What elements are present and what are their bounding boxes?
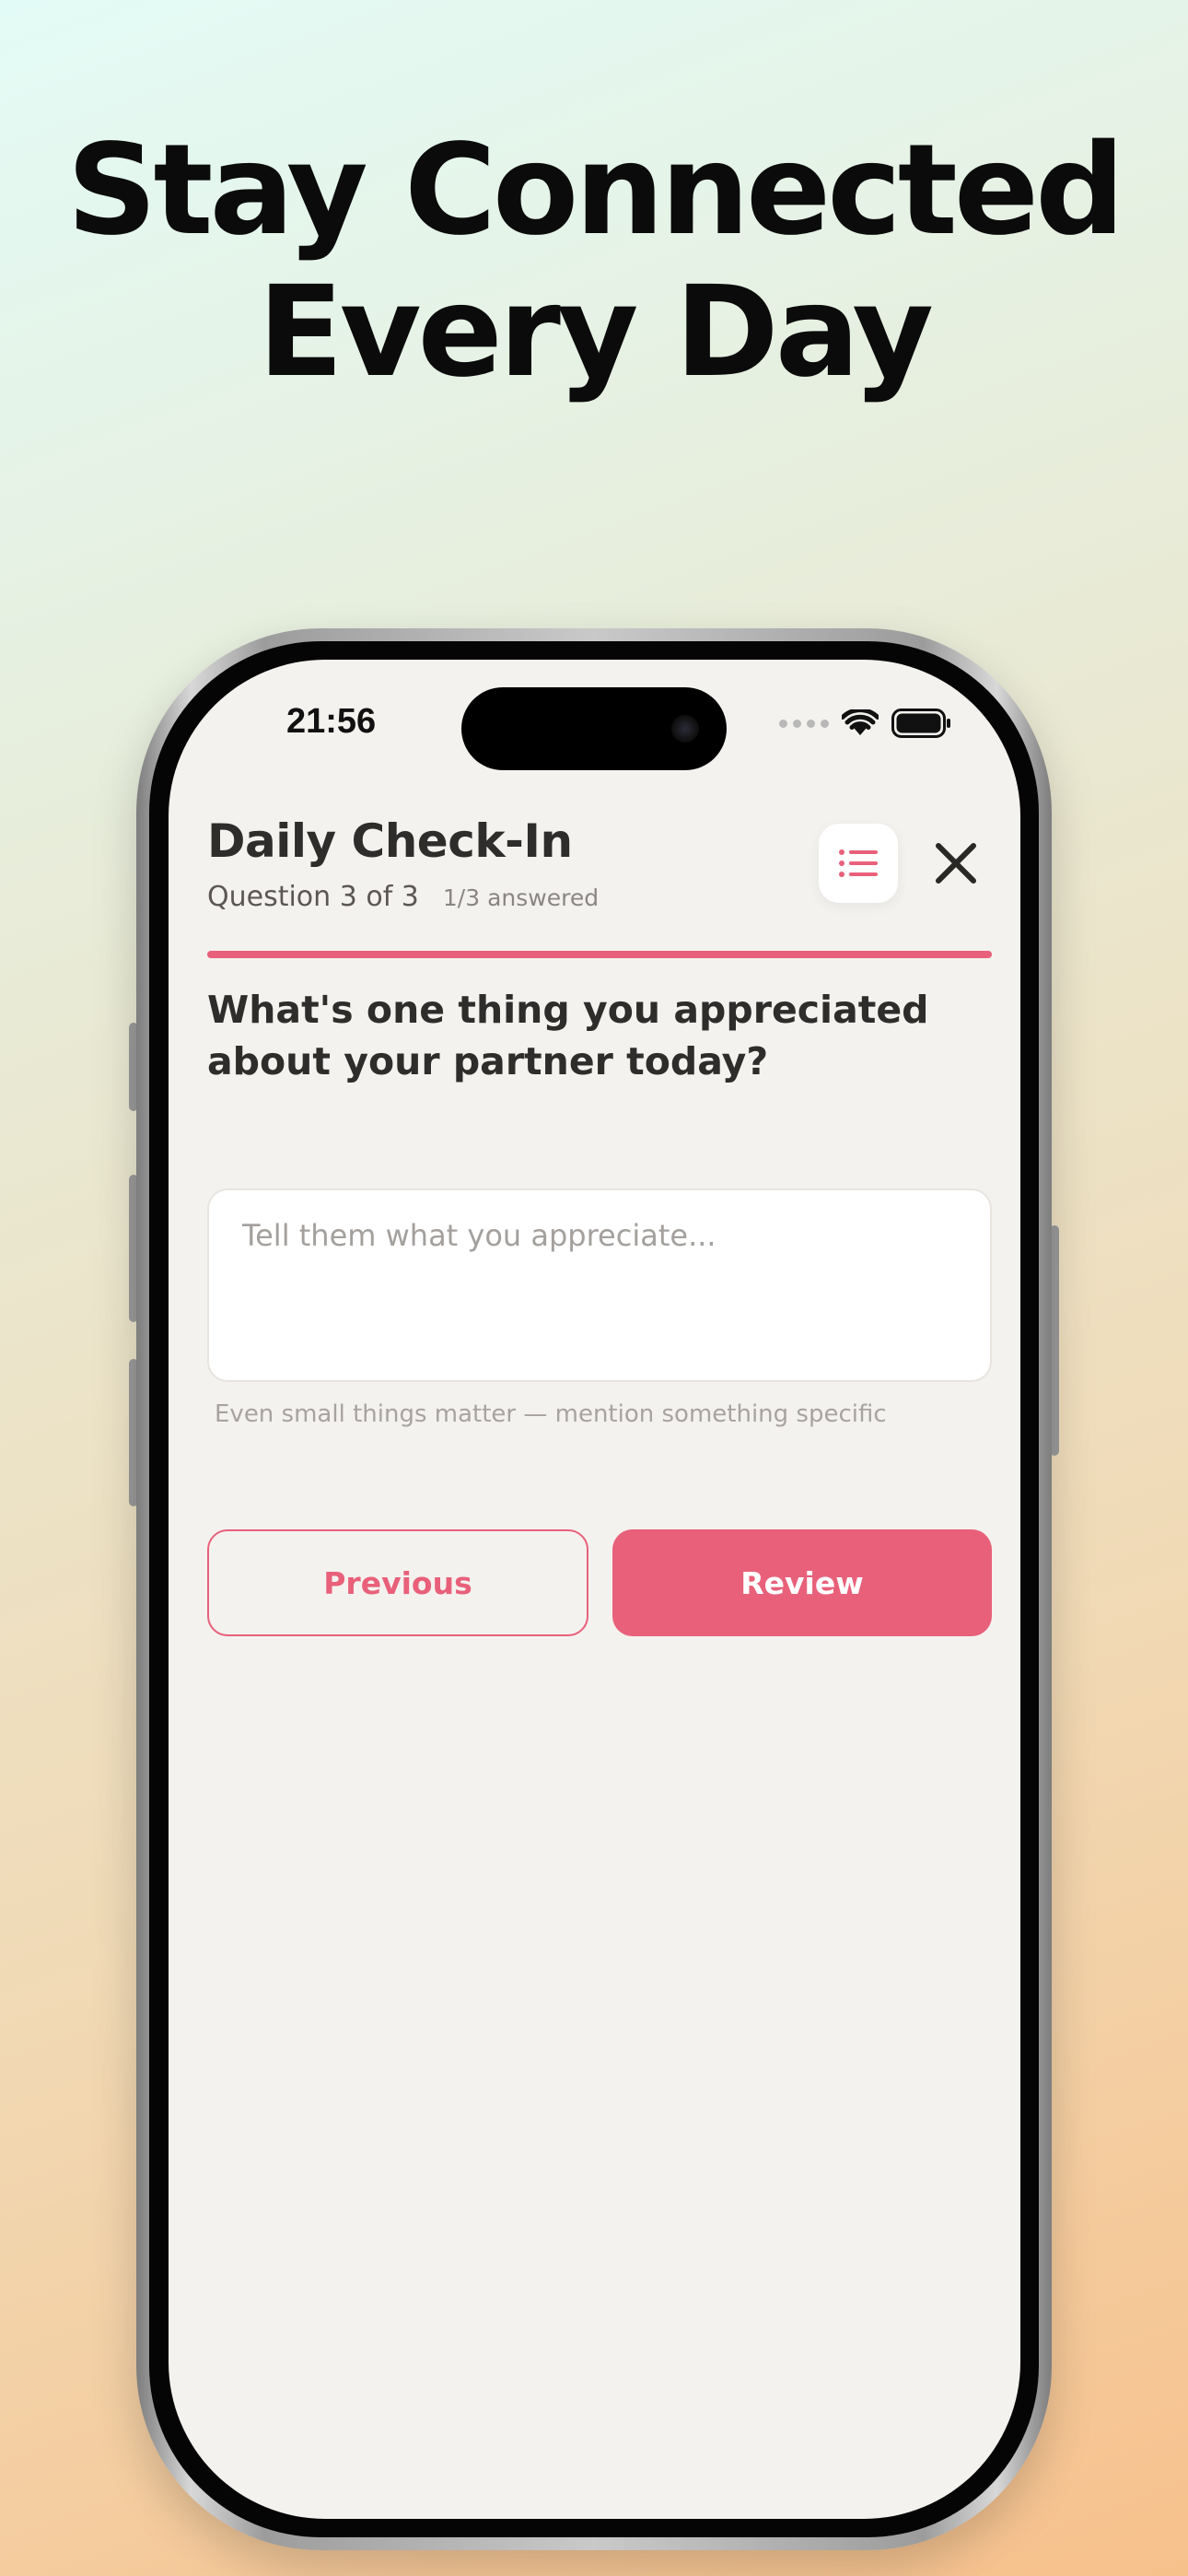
answered-count: 1/3 answered [442, 884, 600, 911]
status-icons [779, 708, 952, 739]
answer-input[interactable] [209, 1190, 990, 1380]
question-text: What's one thing you appreciated about y… [207, 988, 929, 1083]
list-icon [839, 849, 878, 877]
headline-line-2: Every Day [258, 260, 934, 405]
header-subtitle: Question 3 of 3 1/3 answered [207, 881, 599, 913]
answer-hint: Even small things matter — mention somet… [215, 1400, 887, 1428]
battery-icon [891, 708, 950, 738]
question-progress-label: Question 3 of 3 [207, 881, 419, 913]
question-list-button[interactable] [819, 824, 898, 903]
wifi-icon [842, 709, 879, 735]
status-time: 21:56 [286, 702, 377, 741]
answer-box [207, 1188, 992, 1382]
camera-icon [671, 715, 699, 743]
page-title: Daily Check-In [207, 814, 573, 868]
close-icon [936, 843, 976, 884]
phone-screen: 21:56 Daily Check-In Question 3 of 3 1/3… [169, 660, 1020, 2519]
dynamic-island [461, 687, 727, 770]
close-button[interactable] [924, 831, 988, 896]
headline-line-1: Stay Connected [66, 118, 1125, 263]
signal-dots-icon [779, 719, 829, 728]
previous-button[interactable]: Previous [207, 1529, 588, 1636]
review-button[interactable]: Review [612, 1529, 992, 1636]
headline: Stay Connected Every Day [0, 120, 1188, 404]
progress-bar-fill [207, 951, 992, 958]
progress-bar [207, 951, 992, 958]
